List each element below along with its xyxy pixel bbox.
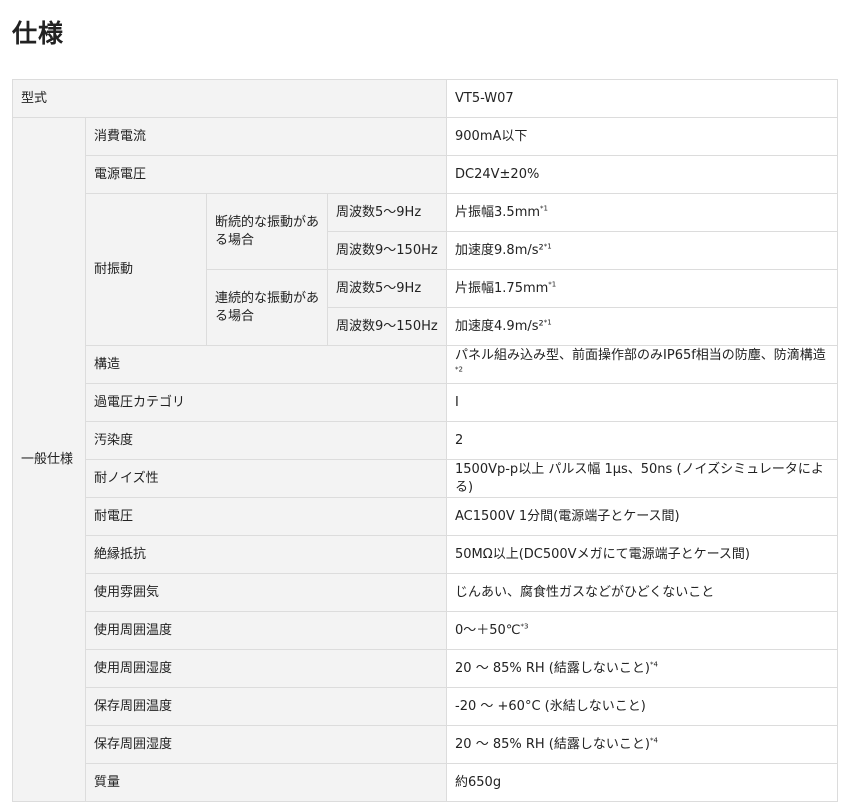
table-row: 保存周囲温度 -20 ～ +60°C (氷結しないこと) (13, 687, 839, 726)
pollution-degree-label: 汚染度 (84, 421, 448, 460)
insulation-resistance-value: 50MΩ以上(DC500Vメガにて電源端子とケース間) (446, 535, 839, 574)
model-value: VT5-W07 (446, 79, 839, 118)
withstand-voltage-value: AC1500V 1分間(電源端子とケース間) (446, 497, 839, 536)
footnote-marker: *1 (548, 280, 557, 289)
vibration-intermittent-high-freq: 周波数9～150Hz (326, 231, 448, 270)
vibration-intermittent-high-value: 加速度9.8m/s²*1 (446, 231, 839, 270)
table-row: 保存周囲湿度 20 ～ 85% RH (結露しないこと)*4 (13, 725, 839, 764)
vibration-intermittent-low-freq: 周波数5～9Hz (326, 193, 448, 232)
operating-humidity-label: 使用周囲湿度 (84, 649, 448, 688)
operating-temperature-value: 0～＋50℃*3 (446, 611, 839, 650)
vibration-continuous-low-value: 片振幅1.75mm*1 (446, 269, 839, 308)
consumption-current-label: 消費電流 (84, 117, 448, 156)
footnote-marker: *1 (540, 204, 548, 213)
table-row: 耐振動 断続的な振動がある場合 周波数5～9Hz 片振幅3.5mm*1 (13, 193, 839, 346)
table-row: 一般仕様 消費電流 900mA以下 (12, 117, 839, 802)
table-row: 使用周囲湿度 20 ～ 85% RH (結露しないこと)*4 (13, 649, 839, 688)
consumption-current-value: 900mA以下 (446, 117, 839, 156)
structure-value: パネル組み込み型、前面操作部のみIP65f相当の防塵、防滴構造*2 (446, 345, 839, 384)
table-row: 電源電圧 DC24V±20% (13, 155, 839, 194)
insulation-resistance-label: 絶縁抵抗 (84, 535, 448, 574)
operating-humidity-value: 20 ～ 85% RH (結露しないこと)*4 (446, 649, 839, 688)
vibration-continuous-label: 連続的な振動がある場合 (206, 269, 328, 346)
overvoltage-category-label: 過電圧カテゴリ (84, 383, 448, 422)
noise-immunity-value: 1500Vp-p以上 パルス幅 1μs、50ns (ノイズシミュレータによる) (446, 459, 839, 498)
operating-temperature-label: 使用周囲温度 (84, 611, 448, 650)
supply-voltage-value: DC24V±20% (446, 155, 839, 194)
operating-atmosphere-label: 使用雰囲気 (84, 573, 448, 612)
supply-voltage-label: 電源電圧 (84, 155, 448, 194)
weight-label: 質量 (84, 763, 448, 802)
storage-temperature-label: 保存周囲温度 (84, 687, 448, 726)
table-row: 耐電圧 AC1500V 1分間(電源端子とケース間) (13, 497, 839, 536)
weight-value: 約650g (446, 763, 839, 802)
storage-humidity-label: 保存周囲湿度 (84, 725, 448, 764)
vibration-continuous-low-freq: 周波数5～9Hz (326, 269, 448, 308)
operating-atmosphere-value: じんあい、腐食性ガスなどがひどくないこと (446, 573, 839, 612)
vibration-continuous-high-value: 加速度4.9m/s²*1 (446, 307, 839, 346)
withstand-voltage-label: 耐電圧 (84, 497, 448, 536)
table-row: 使用雰囲気 じんあい、腐食性ガスなどがひどくないこと (13, 573, 839, 612)
table-row: 汚染度 2 (13, 421, 839, 460)
vibration-continuous-high-freq: 周波数9～150Hz (326, 307, 448, 346)
footnote-marker: *1 (543, 242, 552, 251)
pollution-degree-value: 2 (446, 421, 839, 460)
table-row: 過電圧カテゴリ Ⅰ (13, 383, 839, 422)
table-row: 絶縁抵抗 50MΩ以上(DC500Vメガにて電源端子とケース間) (13, 535, 839, 574)
overvoltage-category-value: Ⅰ (446, 383, 839, 422)
structure-label: 構造 (84, 345, 448, 384)
spec-table: 型式 VT5-W07 一般仕様 消費電流 900mA以下 電源電圧 DC24V±… (11, 79, 839, 802)
vibration-label: 耐振動 (85, 193, 207, 346)
table-row: 構造 パネル組み込み型、前面操作部のみIP65f相当の防塵、防滴構造*2 (13, 345, 839, 384)
footnote-marker: *2 (455, 365, 463, 374)
table-row: 質量 約650g (13, 763, 839, 802)
page-title: 仕様 (12, 19, 65, 48)
footnote-marker: *4 (649, 736, 658, 745)
vibration-intermittent-label: 断続的な振動がある場合 (206, 193, 328, 270)
general-spec-label: 一般仕様 (12, 117, 86, 802)
footnote-marker: *1 (543, 318, 552, 327)
storage-temperature-value: -20 ～ +60°C (氷結しないこと) (446, 687, 839, 726)
footnote-marker: *3 (520, 622, 529, 631)
model-label: 型式 (11, 79, 448, 118)
table-row: 耐ノイズ性 1500Vp-p以上 パルス幅 1μs、50ns (ノイズシミュレー… (13, 459, 839, 498)
storage-humidity-value: 20 ～ 85% RH (結露しないこと)*4 (446, 725, 839, 764)
vibration-intermittent-low-value: 片振幅3.5mm*1 (446, 193, 839, 232)
noise-immunity-label: 耐ノイズ性 (84, 459, 448, 498)
footnote-marker: *4 (649, 660, 658, 669)
table-row: 型式 VT5-W07 (11, 79, 839, 118)
table-row: 使用周囲温度 0～＋50℃*3 (13, 611, 839, 650)
